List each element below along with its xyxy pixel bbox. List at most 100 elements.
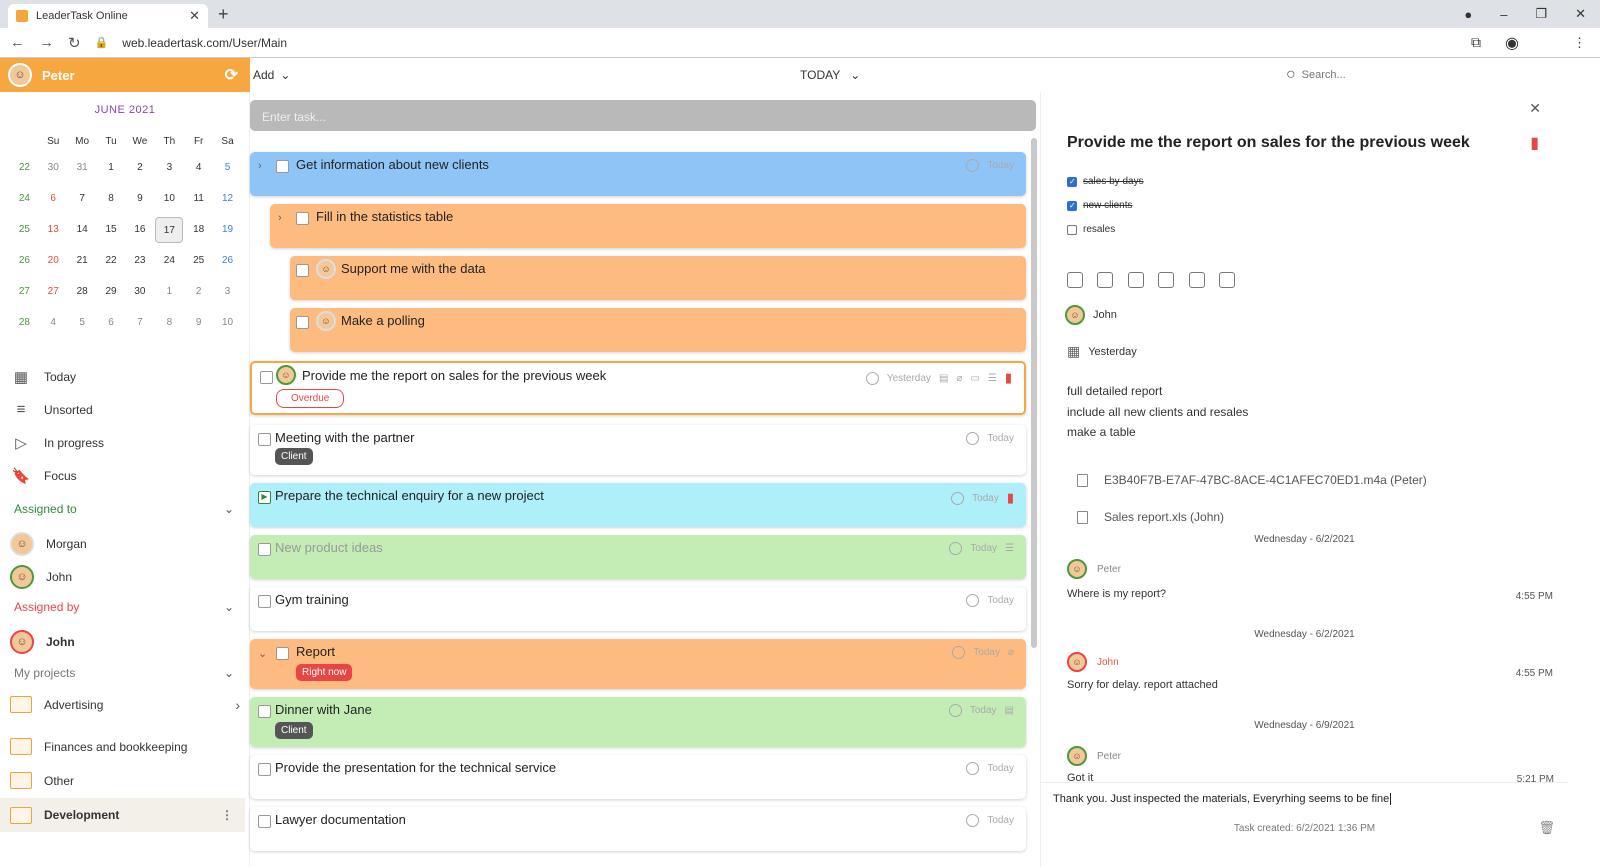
due-date-field[interactable]: ▦ Yesterday: [1067, 343, 1137, 360]
task-list-scrollbar[interactable]: [1031, 138, 1037, 648]
browser-menu-icon[interactable]: ⋮: [1573, 35, 1586, 51]
restore-icon[interactable]: ❐: [1535, 6, 1547, 22]
forward-icon[interactable]: →: [39, 34, 54, 51]
tag-icon[interactable]: [1097, 272, 1114, 288]
calendar-day[interactable]: 8: [154, 307, 184, 338]
calendar-day[interactable]: 1: [154, 276, 184, 307]
task-card-selected[interactable]: ☺ Provide me the report on sales for the…: [250, 361, 1026, 415]
task-card[interactable]: New product ideas Today ☰: [250, 535, 1026, 579]
repeat-checkbox[interactable]: [258, 595, 271, 608]
task-checkbox[interactable]: [260, 371, 273, 384]
calendar-day[interactable]: 16: [125, 214, 154, 245]
nav-unsorted[interactable]: ≡ Unsorted: [10, 401, 240, 418]
calendar-day[interactable]: 9: [184, 307, 213, 338]
task-card[interactable]: Lawyer documentation Today: [250, 807, 1026, 851]
pin-icon[interactable]: [1219, 272, 1236, 288]
calendar-day[interactable]: 10: [154, 183, 184, 214]
task-checkbox[interactable]: [258, 543, 271, 556]
close-icon[interactable]: ✕: [1529, 100, 1541, 117]
period-selector[interactable]: TODAY ⌄: [800, 68, 860, 82]
clipboard-icon[interactable]: [1158, 272, 1175, 288]
task-checkbox[interactable]: [258, 815, 271, 828]
calendar-day[interactable]: 2: [125, 152, 154, 183]
task-checkbox[interactable]: [258, 433, 271, 446]
calendar-day[interactable]: 20: [39, 245, 68, 276]
nav-today[interactable]: ▦ Today: [10, 368, 240, 386]
task-card[interactable]: Gym training Today: [250, 587, 1026, 631]
calendar-day[interactable]: 4: [184, 152, 213, 183]
calendar-day[interactable]: 15: [97, 214, 126, 245]
checkbox-checked[interactable]: [1067, 200, 1077, 211]
assigned-by-john[interactable]: ☺ John: [10, 630, 240, 654]
url-field[interactable]: web.leadertask.com/User/Main: [122, 36, 287, 50]
calendar-day[interactable]: 5: [213, 152, 242, 183]
access-icon[interactable]: [1127, 272, 1144, 288]
calendar-day[interactable]: 19: [213, 214, 242, 245]
calendar-day[interactable]: 31: [68, 152, 97, 183]
calendar-day[interactable]: 17: [154, 214, 184, 245]
task-card[interactable]: ▶ Prepare the technical enquiry for a ne…: [250, 483, 1026, 527]
reload-icon[interactable]: ↻: [68, 34, 81, 52]
task-checkbox[interactable]: [276, 647, 289, 660]
calendar-day[interactable]: 28: [68, 276, 97, 307]
calendar-day[interactable]: 5: [68, 307, 97, 338]
task-checkbox[interactable]: [258, 705, 271, 718]
reply-input[interactable]: Thank you. Just inspected the materials,…: [1041, 782, 1568, 818]
calendar-day[interactable]: 10: [213, 307, 242, 338]
checkbox-checked[interactable]: [1067, 176, 1077, 187]
in-progress-checkbox[interactable]: ▶: [258, 491, 271, 504]
project-finances[interactable]: Finances and bookkeeping: [10, 738, 240, 755]
nav-focus[interactable]: 🔖 Focus: [10, 467, 240, 485]
attachment[interactable]: Sales report.xls (John): [1077, 510, 1224, 524]
user-bar[interactable]: ☺ Peter ⟳: [0, 58, 250, 92]
profile-menu-icon[interactable]: ●: [1464, 7, 1472, 22]
calendar-day[interactable]: 6: [39, 183, 68, 214]
calendar-day[interactable]: 9: [125, 183, 154, 214]
assigned-to-section[interactable]: Assigned to ⌄: [14, 502, 234, 516]
calendar-day[interactable]: 25: [184, 245, 213, 276]
calendar-day[interactable]: 26: [213, 245, 242, 276]
more-icon[interactable]: ⋮: [221, 808, 233, 822]
project-other[interactable]: Other: [10, 772, 240, 789]
calendar-day[interactable]: 13: [39, 214, 68, 245]
task-card[interactable]: › Get information about new clients Toda…: [250, 152, 1026, 196]
task-card[interactable]: ☺ Make a polling: [290, 308, 1026, 352]
calendar-day[interactable]: 18: [184, 214, 213, 245]
nav-in-progress[interactable]: ▷ In progress: [10, 434, 240, 452]
chevron-right-icon[interactable]: ›: [278, 212, 282, 224]
task-checkbox[interactable]: [258, 763, 271, 776]
assigned-to-john[interactable]: ☺ John: [10, 565, 240, 589]
calendar-day[interactable]: 23: [125, 245, 154, 276]
assignee-field[interactable]: ☺ John: [1065, 305, 1117, 325]
task-input[interactable]: Enter task...: [250, 100, 1036, 131]
task-card[interactable]: ⌄ Report Today ⌀ Right now: [250, 639, 1026, 689]
chevron-down-icon[interactable]: ⌄: [224, 502, 234, 516]
calendar-day[interactable]: 14: [68, 214, 97, 245]
project-advertising[interactable]: Advertising ›: [10, 696, 240, 713]
chevron-down-icon[interactable]: ⌄: [224, 666, 234, 680]
task-card[interactable]: › Fill in the statistics table: [270, 204, 1026, 248]
assigned-to-morgan[interactable]: ☺ Morgan: [10, 532, 240, 556]
close-tab-icon[interactable]: ✕: [189, 8, 200, 24]
calendar-day[interactable]: 27: [39, 276, 68, 307]
new-tab-icon[interactable]: +: [218, 4, 229, 25]
chevron-right-icon[interactable]: ›: [235, 697, 240, 713]
chevron-right-icon[interactable]: ›: [258, 160, 262, 172]
calendar-day[interactable]: 29: [97, 276, 126, 307]
project-development[interactable]: Development ⋮: [0, 798, 245, 832]
window-close-icon[interactable]: ✕: [1575, 6, 1586, 22]
my-projects-section[interactable]: My projects ⌄: [14, 666, 234, 680]
calendar-day[interactable]: 24: [154, 245, 184, 276]
chevron-down-icon[interactable]: ⌄: [258, 647, 267, 660]
calendar-day[interactable]: 30: [39, 152, 68, 183]
detail-title[interactable]: Provide me the report on sales for the p…: [1067, 134, 1470, 152]
calendar-day[interactable]: 12: [213, 183, 242, 214]
checklist-item[interactable]: sales by days: [1067, 176, 1144, 187]
calendar-day[interactable]: 1: [97, 152, 126, 183]
bookmark-icon[interactable]: ▮: [1530, 133, 1539, 153]
calendar-day[interactable]: 4: [39, 307, 68, 338]
calendar-day[interactable]: 6: [97, 307, 126, 338]
search-box[interactable]: ○ Search...: [1286, 66, 1346, 84]
chevron-down-icon[interactable]: ⌄: [224, 600, 234, 614]
assigned-by-section[interactable]: Assigned by ⌄: [14, 600, 234, 614]
